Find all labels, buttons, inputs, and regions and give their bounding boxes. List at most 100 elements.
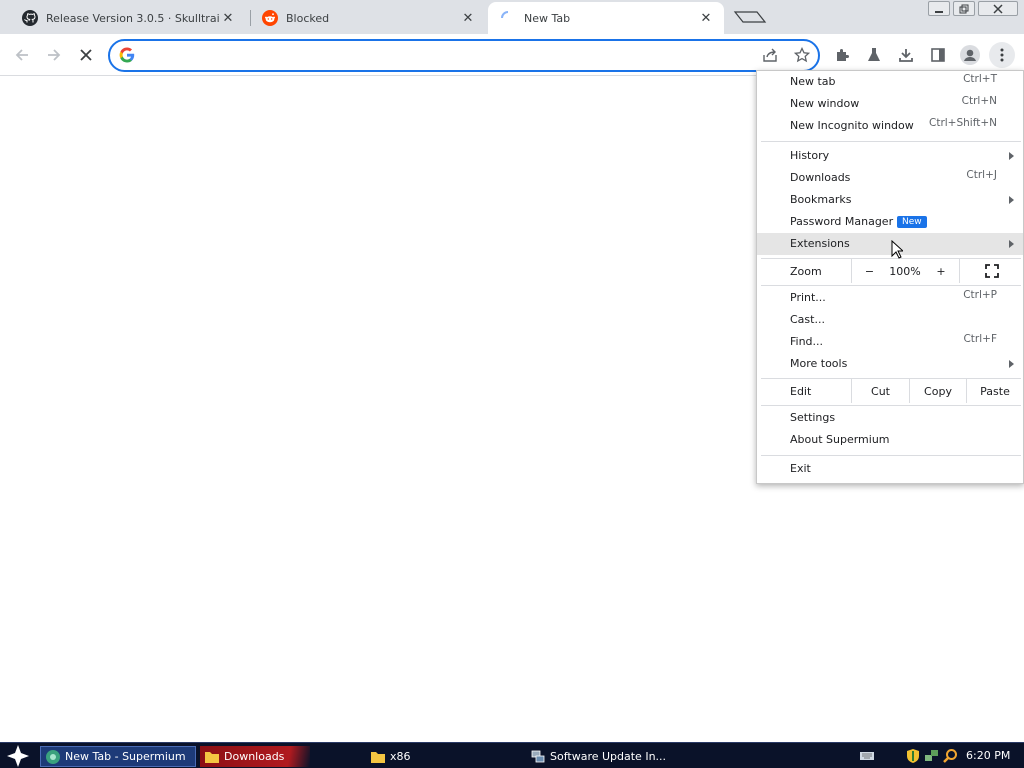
menu-item-label: Bookmarks xyxy=(790,193,852,206)
menu-item-label: Find... xyxy=(790,335,824,348)
taskbar-item-software-update[interactable]: Software Update In... xyxy=(526,746,676,767)
tab-close-icon[interactable]: ✕ xyxy=(220,10,236,26)
network-icon[interactable] xyxy=(924,748,940,764)
copy-button[interactable]: Copy xyxy=(909,379,966,403)
zoom-row: Zoom − 100% + xyxy=(757,259,1023,285)
menu-item-settings[interactable]: Settings xyxy=(757,407,1023,429)
menu-item-label: New tab xyxy=(790,75,836,88)
close-icon xyxy=(993,3,1003,14)
fullscreen-icon xyxy=(984,264,999,278)
menu-item-extensions[interactable]: Extensions xyxy=(757,233,1023,255)
back-button[interactable] xyxy=(9,42,35,68)
tab-close-icon[interactable]: ✕ xyxy=(460,10,476,26)
loading-spinner-icon xyxy=(500,10,516,26)
menu-item-new-tab[interactable]: New tab Ctrl+T xyxy=(757,71,1023,93)
minimize-button[interactable] xyxy=(928,1,950,16)
menu-item-label: New window xyxy=(790,97,860,110)
zoom-in-button[interactable]: + xyxy=(923,259,959,283)
menu-item-label: New Incognito window xyxy=(790,119,914,132)
side-panel-button[interactable] xyxy=(925,42,951,68)
stop-x-icon xyxy=(80,49,92,61)
menu-item-label: Print... xyxy=(790,291,826,304)
menu-item-more-tools[interactable]: More tools xyxy=(757,353,1023,375)
restore-icon xyxy=(959,4,969,13)
folder-icon xyxy=(204,749,220,765)
tab-title: Release Version 3.0.5 · Skulltrail192 xyxy=(46,11,220,25)
menu-item-exit[interactable]: Exit xyxy=(757,458,1023,480)
folder-icon xyxy=(370,749,386,765)
menu-item-bookmarks[interactable]: Bookmarks xyxy=(757,189,1023,211)
tab-new-tab[interactable]: New Tab ✕ xyxy=(488,2,724,34)
menu-item-cast[interactable]: Cast... xyxy=(757,309,1023,331)
avatar-icon xyxy=(960,45,980,65)
menu-item-new-incognito-window[interactable]: New Incognito window Ctrl+Shift+N xyxy=(757,115,1023,137)
submenu-arrow-icon xyxy=(1009,196,1014,204)
menu-separator xyxy=(761,285,1021,286)
fullscreen-button[interactable] xyxy=(959,259,1023,283)
submenu-arrow-icon xyxy=(1009,152,1014,160)
maximize-button[interactable] xyxy=(953,1,975,16)
paste-label: Paste xyxy=(980,384,1010,398)
menu-button[interactable] xyxy=(989,42,1015,68)
menu-item-label: Settings xyxy=(790,411,836,424)
tab-strip: Release Version 3.0.5 · Skulltrail192 ✕ … xyxy=(0,0,1024,34)
security-shield-icon[interactable] xyxy=(906,748,920,764)
menu-item-new-window[interactable]: New window Ctrl+N xyxy=(757,93,1023,115)
share-icon[interactable] xyxy=(762,47,778,63)
paste-button[interactable]: Paste xyxy=(966,379,1023,403)
back-arrow-icon xyxy=(15,49,28,61)
menu-item-password-manager[interactable]: Password Manager New xyxy=(757,211,1023,233)
zoom-label: Zoom xyxy=(790,265,822,278)
address-input[interactable] xyxy=(144,47,744,65)
taskbar-item-downloads[interactable]: Downloads xyxy=(200,746,310,767)
taskbar-item-label: Downloads xyxy=(224,750,285,763)
profile-button[interactable] xyxy=(957,42,983,68)
search-magnifier-icon[interactable] xyxy=(942,748,958,764)
new-tab-button[interactable] xyxy=(733,8,767,26)
kebab-menu-icon xyxy=(1000,48,1004,62)
zoom-out-label: − xyxy=(864,264,875,278)
start-button[interactable] xyxy=(6,744,30,768)
shortcut-text: Ctrl+J xyxy=(966,169,997,181)
menu-item-find[interactable]: Find... Ctrl+F xyxy=(757,331,1023,353)
submenu-arrow-icon xyxy=(1009,360,1014,368)
menu-item-about[interactable]: About Supermium xyxy=(757,429,1023,451)
taskbar: New Tab - Supermium Downloads x86 Softwa… xyxy=(0,742,1024,768)
bookmark-star-icon[interactable] xyxy=(794,47,810,63)
zoom-value: 100% xyxy=(889,264,921,278)
cut-button[interactable]: Cut xyxy=(851,379,909,403)
puzzle-icon xyxy=(837,49,849,61)
shortcut-text: Ctrl+P xyxy=(963,289,997,301)
tab-github-release[interactable]: Release Version 3.0.5 · Skulltrail192 ✕ xyxy=(10,2,246,34)
edit-row: Edit Cut Copy Paste xyxy=(757,379,1023,405)
tab-close-icon[interactable]: ✕ xyxy=(698,10,714,26)
menu-item-print[interactable]: Print... Ctrl+P xyxy=(757,287,1023,309)
address-bar[interactable] xyxy=(108,39,820,72)
menu-separator xyxy=(761,405,1021,406)
reddit-icon xyxy=(262,10,278,26)
flask-icon xyxy=(868,48,880,61)
shortcut-text: Ctrl+Shift+N xyxy=(929,117,997,129)
close-window-button[interactable] xyxy=(978,1,1018,16)
mouse-cursor-icon xyxy=(891,240,903,259)
extensions-button[interactable] xyxy=(829,42,855,68)
tab-blocked[interactable]: Blocked ✕ xyxy=(250,2,486,34)
menu-item-label: History xyxy=(790,149,830,162)
taskbar-item-x86[interactable]: x86 xyxy=(366,746,506,767)
downloads-button[interactable] xyxy=(893,42,919,68)
taskbar-item-label: x86 xyxy=(390,750,411,763)
shortcut-text: Ctrl+F xyxy=(963,333,997,345)
keyboard-icon[interactable] xyxy=(860,749,874,763)
edit-label: Edit xyxy=(790,385,812,398)
menu-item-label: More tools xyxy=(790,357,848,370)
menu-item-downloads[interactable]: Downloads Ctrl+J xyxy=(757,167,1023,189)
taskbar-item-supermium[interactable]: New Tab - Supermium xyxy=(40,746,196,767)
menu-item-history[interactable]: History xyxy=(757,145,1023,167)
stop-loading-button[interactable] xyxy=(73,42,99,68)
app-menu: New tab Ctrl+T New window Ctrl+N New Incog… xyxy=(756,70,1024,484)
zoom-out-button[interactable]: − xyxy=(851,259,887,283)
shortcut-text: Ctrl+T xyxy=(963,73,997,85)
labs-button[interactable] xyxy=(861,42,887,68)
forward-button[interactable] xyxy=(41,42,67,68)
tab-title: New Tab xyxy=(524,11,571,25)
